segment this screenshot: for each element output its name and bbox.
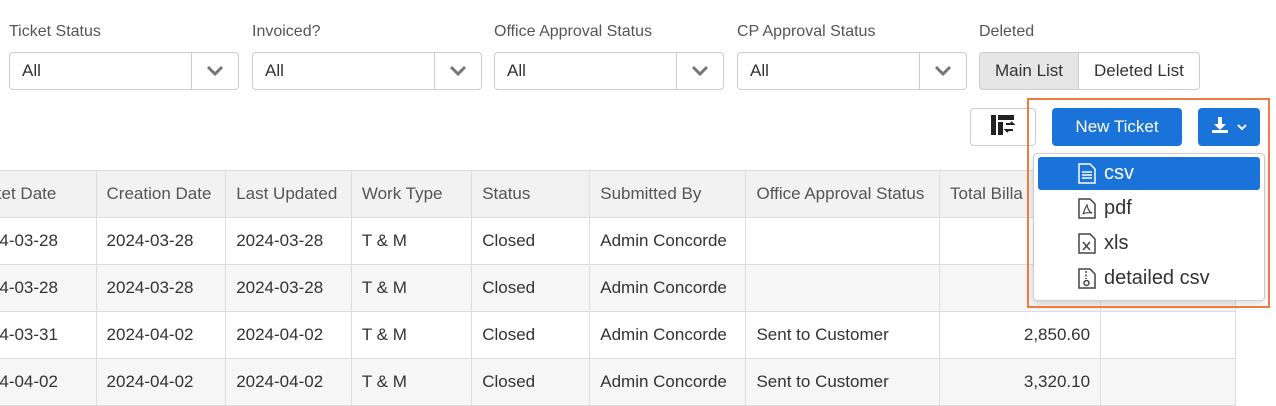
cell: Admin Concorde [589,358,747,406]
select-value: All [750,61,769,80]
cell: Closed [471,217,591,265]
filter-cp-approval: CP Approval Status All [737,22,967,90]
cell: 2024-03-28 [225,217,352,265]
cell: Admin Concorde [589,217,747,265]
cell: 2024-04-02 [0,358,97,406]
header-work-type[interactable]: Work Type [350,170,473,218]
export-dropdown-button[interactable] [1198,108,1260,146]
filter-label: Invoiced? [252,23,321,40]
cell: 2,850.60 [939,311,1102,359]
cell: T & M [350,358,473,406]
cell: T & M [350,217,473,265]
table-row[interactable]: 2024-03-31 2024-04-02 2024-04-02 T & M C… [0,311,1236,359]
cell: 2024-03-28 [0,264,97,312]
menu-item-label: detailed csv [1104,267,1210,289]
filter-ticket-status: Ticket Status All [9,22,239,90]
main-list-button[interactable]: Main List [979,52,1080,90]
cell: 2024-03-31 [0,311,97,359]
cell: 3,320.10 [939,358,1102,406]
cell: Admin Concorde [589,311,747,359]
export-csv-item[interactable]: csv [1038,157,1260,190]
columns-swap-icon [990,113,1016,142]
chevron-down-icon[interactable] [919,53,966,89]
table-row[interactable]: 2024-04-02 2024-04-02 2024-04-02 T & M C… [0,358,1236,406]
cell: Sent to Customer [745,311,941,359]
column-toggle-button[interactable] [970,108,1036,146]
export-detailed-csv-item[interactable]: detailed csv [1038,262,1260,295]
chevron-down-icon[interactable] [676,53,723,89]
cell: Closed [471,264,591,312]
cell: Closed [471,358,591,406]
header-last-updated[interactable]: Last Updated [225,170,352,218]
header-creation-date[interactable]: Creation Date [95,170,227,218]
file-text-icon [1078,163,1096,190]
file-zip-icon [1078,268,1096,295]
cell [745,217,941,265]
deleted-list-button[interactable]: Deleted List [1079,52,1200,90]
cell [1100,311,1236,359]
menu-item-label: pdf [1104,197,1132,219]
cell: 2024-03-28 [225,264,352,312]
chevron-down-icon [1237,118,1247,136]
cell: 2024-03-28 [95,264,227,312]
select-value: All [265,61,284,80]
export-pdf-item[interactable]: pdf [1038,192,1260,225]
cell: Admin Concorde [589,264,747,312]
cell: Sent to Customer [745,358,941,406]
cp-approval-select[interactable]: All [737,52,967,90]
invoiced-select[interactable]: All [252,52,482,90]
cell: 2024-03-28 [0,217,97,265]
header-ticket-date[interactable]: Ticket Date [0,170,97,218]
download-icon [1211,116,1229,139]
deleted-toggle: Main List Deleted List [979,52,1200,90]
cell: 2024-04-02 [225,311,352,359]
menu-item-label: csv [1104,162,1134,184]
header-status[interactable]: Status [471,170,591,218]
filter-label: Office Approval Status [494,23,653,40]
cell: T & M [350,264,473,312]
chevron-down-icon[interactable] [191,53,238,89]
export-menu: csv pdf xls detailed csv [1033,153,1265,301]
cell: 2024-04-02 [95,311,227,359]
chevron-down-icon[interactable] [434,53,481,89]
header-office-approval[interactable]: Office Approval Status [745,170,941,218]
file-pdf-icon [1078,198,1096,225]
export-xls-item[interactable]: xls [1038,227,1260,260]
filter-label: CP Approval Status [737,23,876,40]
cell: Closed [471,311,591,359]
filter-invoiced: Invoiced? All [252,22,482,90]
cell: 2024-03-28 [95,217,227,265]
cell: T & M [350,311,473,359]
office-approval-select[interactable]: All [494,52,724,90]
filter-deleted: Deleted [979,22,1034,42]
cell [745,264,941,312]
select-value: All [22,61,41,80]
cell [1100,358,1236,406]
filter-office-approval: Office Approval Status All [494,22,724,90]
select-value: All [507,61,526,80]
filter-label: Deleted [979,23,1035,40]
cell: 2024-04-02 [225,358,352,406]
header-submitted-by[interactable]: Submitted By [589,170,747,218]
new-ticket-button[interactable]: New Ticket [1052,108,1182,146]
cell: 2024-04-02 [95,358,227,406]
filter-label: Ticket Status [9,23,101,40]
file-excel-icon [1078,233,1096,260]
ticket-status-select[interactable]: All [9,52,239,90]
menu-item-label: xls [1104,232,1129,254]
